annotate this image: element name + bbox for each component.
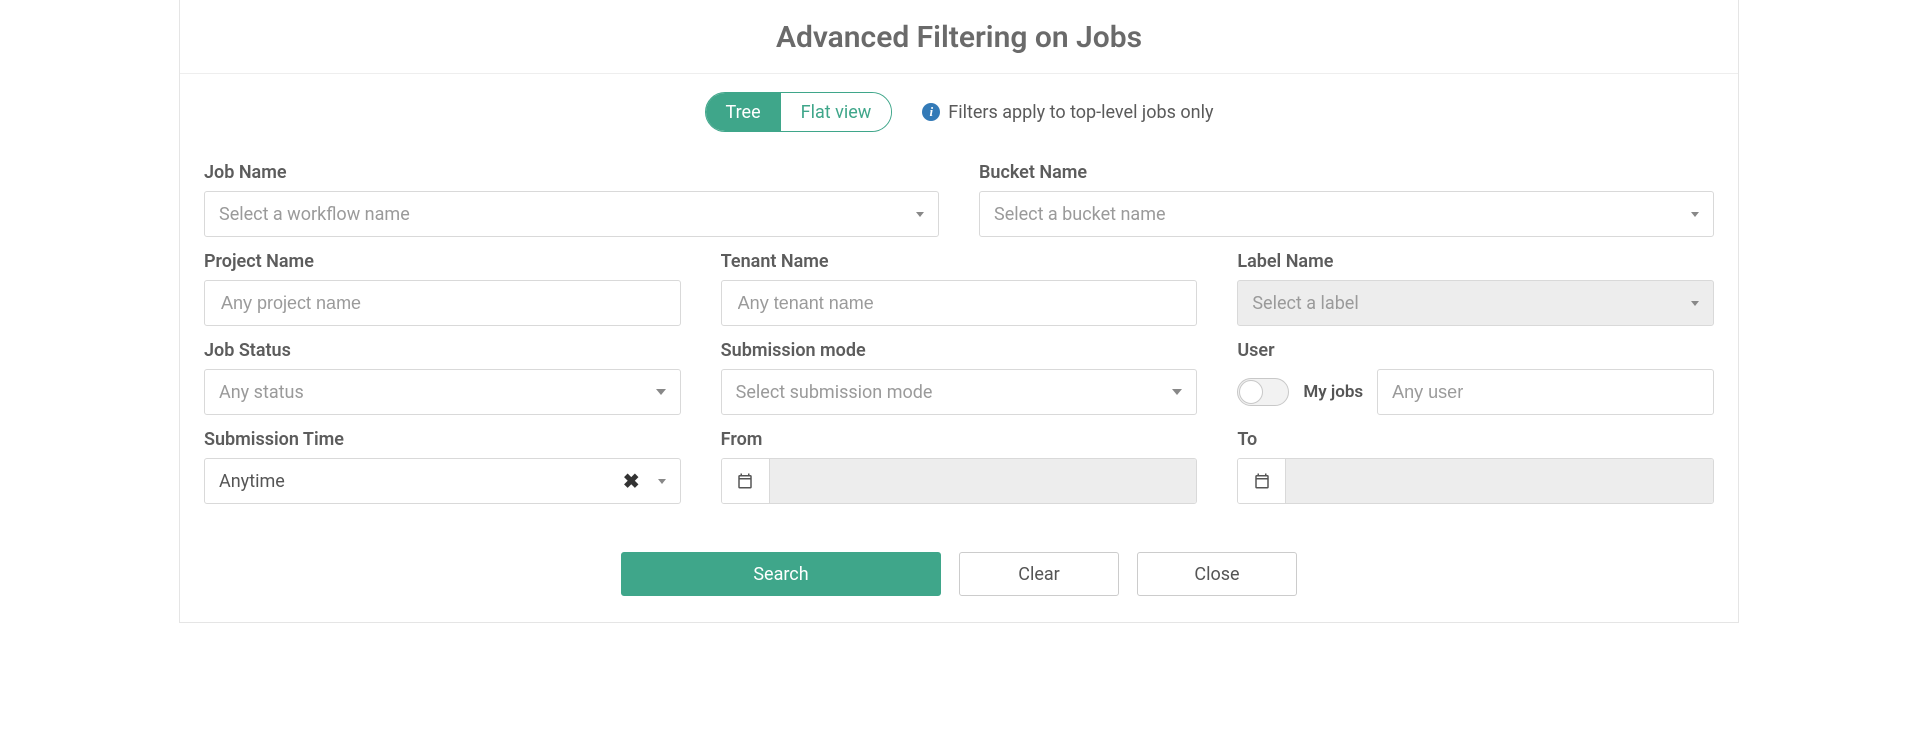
label-name-placeholder: Select a label [1252,293,1683,314]
chevron-down-icon [1172,389,1182,395]
submission-mode-select[interactable]: Select submission mode [721,369,1198,415]
search-button[interactable]: Search [621,552,941,596]
from-date-input[interactable] [721,458,1198,504]
label-name-select[interactable]: Select a label [1237,280,1714,326]
my-jobs-toggle-label: My jobs [1303,382,1363,402]
job-status-label: Job Status [204,340,681,361]
chevron-down-icon [1691,301,1699,306]
view-toggle-flat[interactable]: Flat view [781,93,892,131]
job-status-placeholder: Any status [219,382,648,403]
dialog-title: Advanced Filtering on Jobs [180,0,1738,74]
job-status-select[interactable]: Any status [204,369,681,415]
project-name-input[interactable] [204,280,681,326]
info-icon: i [922,103,940,121]
close-icon[interactable]: ✖ [623,469,640,493]
submission-mode-placeholder: Select submission mode [736,382,1165,403]
top-row: Tree Flat view i Filters apply to top-le… [180,74,1738,138]
form-area: Job Name Select a workflow name Bucket N… [180,138,1738,528]
view-toggle: Tree Flat view [705,92,893,132]
button-row: Search Clear Close [180,528,1738,622]
clear-button[interactable]: Clear [959,552,1119,596]
project-name-field[interactable] [219,281,666,325]
advanced-filter-dialog: Advanced Filtering on Jobs Tree Flat vie… [179,0,1739,623]
job-name-placeholder: Select a workflow name [219,204,908,225]
close-button[interactable]: Close [1137,552,1297,596]
user-input[interactable] [1377,369,1714,415]
project-name-label: Project Name [204,251,681,272]
chevron-down-icon [916,212,924,217]
label-name-label: Label Name [1237,251,1714,272]
my-jobs-toggle[interactable] [1237,378,1289,406]
bucket-name-select[interactable]: Select a bucket name [979,191,1714,237]
filter-scope-note-text: Filters apply to top-level jobs only [948,102,1213,123]
calendar-icon [1238,459,1286,503]
bucket-name-placeholder: Select a bucket name [994,204,1683,225]
submission-time-select[interactable]: Anytime ✖ [204,458,681,504]
submission-time-label: Submission Time [204,429,681,450]
toggle-knob [1239,380,1263,404]
tenant-name-input[interactable] [721,280,1198,326]
job-name-label: Job Name [204,162,939,183]
bucket-name-label: Bucket Name [979,162,1714,183]
user-label: User [1237,340,1714,361]
calendar-icon [722,459,770,503]
from-date-field[interactable] [770,459,1197,503]
to-label: To [1237,429,1714,450]
tenant-name-field[interactable] [736,281,1183,325]
chevron-down-icon [656,389,666,395]
chevron-down-icon [1691,212,1699,217]
filter-scope-note: i Filters apply to top-level jobs only [922,102,1213,123]
tenant-name-label: Tenant Name [721,251,1198,272]
view-toggle-tree[interactable]: Tree [706,93,781,131]
job-name-select[interactable]: Select a workflow name [204,191,939,237]
to-date-field[interactable] [1286,459,1713,503]
submission-mode-label: Submission mode [721,340,1198,361]
to-date-input[interactable] [1237,458,1714,504]
from-label: From [721,429,1198,450]
submission-time-value: Anytime [219,471,623,492]
chevron-down-icon [658,479,666,484]
